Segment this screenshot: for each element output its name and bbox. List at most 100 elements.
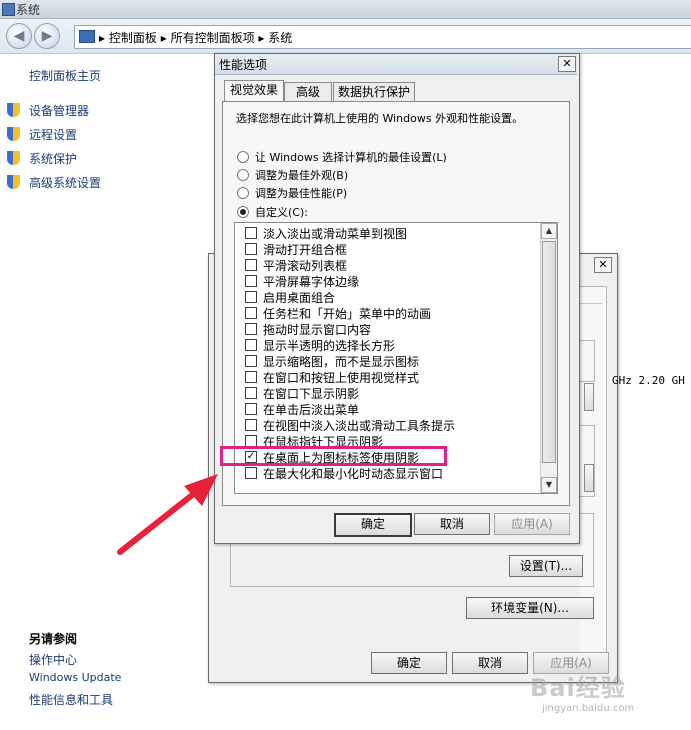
breadcrumb-all-items[interactable]: 所有控制面板项: [171, 31, 255, 45]
sidebar-item-label: 系统保护: [29, 152, 78, 166]
highlight-box: [220, 446, 447, 466]
checkbox[interactable]: [245, 323, 257, 335]
window-title-bar: 系统: [0, 0, 691, 19]
list-item-label: 显示半透明的选择长方形: [263, 339, 396, 353]
uac-shield-icon: [7, 127, 20, 141]
ok-button[interactable]: 确定: [334, 513, 412, 537]
checkbox[interactable]: [245, 387, 257, 399]
list-item-label: 显示缩略图，而不是显示图标: [263, 355, 420, 369]
breadcrumb[interactable]: ▸ 控制面板 ▸ 所有控制面板项 ▸ 系统: [74, 25, 691, 49]
checkbox[interactable]: [245, 259, 257, 271]
list-item[interactable]: 拖动时显示窗口内容: [241, 321, 535, 337]
checkbox[interactable]: [245, 291, 257, 303]
list-item-label: 滑动打开组合框: [263, 243, 348, 257]
cancel-button[interactable]: 取消: [414, 513, 490, 535]
list-item-label: 在单击后淡出菜单: [263, 403, 360, 417]
checkbox[interactable]: [245, 339, 257, 351]
startup-settings-button[interactable]: 设置(T)...: [509, 555, 583, 577]
list-item[interactable]: 滑动打开组合框: [241, 241, 535, 257]
checkbox[interactable]: [245, 371, 257, 383]
radio-best-appearance[interactable]: [237, 169, 249, 181]
checkbox[interactable]: [245, 419, 257, 431]
dialog-title-bar: 性能选项: [215, 54, 577, 75]
scroll-thumb[interactable]: [542, 241, 556, 463]
settings-button-edge[interactable]: [584, 464, 594, 492]
performance-tools-link[interactable]: 性能信息和工具: [29, 691, 113, 708]
visual-effects-description: 选择您想在此计算机上使用的 Windows 外观和性能设置。: [236, 112, 524, 125]
list-item[interactable]: 显示缩略图，而不是显示图标: [241, 353, 535, 369]
list-item[interactable]: 在最大化和最小化时动态显示窗口: [241, 465, 535, 481]
checkbox[interactable]: [245, 243, 257, 255]
cpu-speed-text: GHz 2.20 GH: [612, 374, 685, 387]
sidebar-item-label: 高级系统设置: [29, 176, 102, 190]
list-item-label: 在视图中淡入淡出或滑动工具条提示: [263, 419, 456, 433]
action-center-link[interactable]: 操作中心: [29, 651, 77, 668]
checkbox[interactable]: [245, 275, 257, 287]
list-item-label: 在窗口下显示阴影: [263, 387, 360, 401]
close-icon[interactable]: ✕: [594, 257, 612, 273]
checkbox[interactable]: [245, 403, 257, 415]
tab-dep[interactable]: 数据执行保护: [333, 82, 415, 102]
environment-variables-button[interactable]: 环境变量(N)...: [466, 597, 594, 619]
watermark-logo: Bai经验: [530, 674, 626, 702]
back-arrow-icon[interactable]: ◀: [6, 23, 32, 49]
scroll-up-icon[interactable]: ▲: [541, 223, 557, 239]
list-item[interactable]: 在单击后淡出菜单: [241, 401, 535, 417]
settings-button-edge[interactable]: [584, 383, 594, 411]
breadcrumb-system[interactable]: 系统: [268, 31, 292, 45]
list-item-label: 在最大化和最小化时动态显示窗口: [263, 467, 444, 481]
baidu-watermark: Bai经验 jingyan.baidu.com: [530, 668, 634, 714]
breadcrumb-separator-icon[interactable]: ▸: [258, 31, 264, 45]
list-item-label: 启用桌面组合: [263, 291, 336, 305]
uac-shield-icon: [7, 151, 20, 165]
list-item[interactable]: 在窗口下显示阴影: [241, 385, 535, 401]
checkbox[interactable]: [245, 307, 257, 319]
radio-custom[interactable]: [237, 206, 249, 218]
radio-let-windows-choose[interactable]: [237, 151, 249, 163]
see-also-title: 另请参阅: [29, 632, 78, 646]
breadcrumb-separator-icon[interactable]: ▸: [161, 31, 167, 45]
checkbox[interactable]: [245, 227, 257, 239]
list-item[interactable]: 任务栏和「开始」菜单中的动画: [241, 305, 535, 321]
radio-label: 让 Windows 选择计算机的最佳设置(L): [255, 151, 447, 164]
checkbox[interactable]: [245, 355, 257, 367]
address-bar-row: ◀ ▶ ▸ 控制面板 ▸ 所有控制面板项 ▸ 系统: [0, 19, 691, 54]
breadcrumb-separator-icon[interactable]: ▸: [99, 31, 105, 45]
list-item-label: 平滑滚动列表框: [263, 259, 348, 273]
vertical-scrollbar[interactable]: ▲ ▼: [540, 223, 557, 493]
list-item[interactable]: 淡入淡出或滑动菜单到视图: [241, 225, 535, 241]
checkbox[interactable]: [245, 467, 257, 479]
red-arrow-icon: [117, 474, 218, 555]
list-item[interactable]: 在视图中淡入淡出或滑动工具条提示: [241, 417, 535, 433]
control-panel-home-link[interactable]: 控制面板主页: [29, 67, 101, 84]
dialog-title: 性能选项: [219, 58, 268, 72]
tab-visual-effects[interactable]: 视觉效果: [224, 80, 284, 102]
close-icon[interactable]: ✕: [558, 56, 576, 72]
list-item[interactable]: 显示半透明的选择长方形: [241, 337, 535, 353]
list-item[interactable]: 平滑滚动列表框: [241, 257, 535, 273]
scroll-down-icon[interactable]: ▼: [541, 477, 557, 493]
apply-button[interactable]: 应用(A): [494, 513, 570, 535]
list-item-label: 任务栏和「开始」菜单中的动画: [263, 307, 432, 321]
control-panel-icon: [79, 30, 95, 43]
list-item-label: 拖动时显示窗口内容: [263, 323, 372, 337]
windows-update-link[interactable]: Windows Update: [29, 671, 121, 684]
tab-advanced[interactable]: 高级: [284, 82, 332, 102]
breadcrumb-control-panel[interactable]: 控制面板: [109, 31, 157, 45]
uac-shield-icon: [7, 103, 20, 117]
list-item-label: 平滑屏幕字体边缘: [263, 275, 360, 289]
window-title: 系统: [16, 3, 41, 17]
watermark-url: jingyan.baidu.com: [542, 703, 635, 714]
forward-arrow-icon[interactable]: ▶: [34, 23, 60, 49]
system-cancel-button[interactable]: 取消: [452, 652, 528, 674]
list-item[interactable]: 启用桌面组合: [241, 289, 535, 305]
system-ok-button[interactable]: 确定: [371, 652, 447, 674]
radio-label: 调整为最佳性能(P): [255, 187, 348, 200]
system-window-icon: [2, 3, 15, 16]
group-box-edge: [580, 340, 595, 382]
radio-best-performance[interactable]: [237, 187, 249, 199]
list-item[interactable]: 在窗口和按钮上使用视觉样式: [241, 369, 535, 385]
radio-label: 调整为最佳外观(B): [255, 169, 349, 182]
sidebar-item-label: 设备管理器: [29, 104, 90, 118]
list-item[interactable]: 平滑屏幕字体边缘: [241, 273, 535, 289]
